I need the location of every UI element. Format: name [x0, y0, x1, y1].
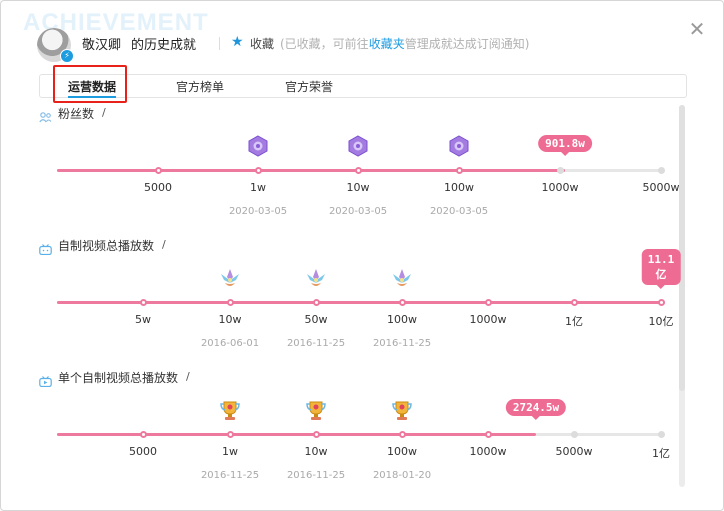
achievement-date: 2016-11-25: [200, 470, 260, 481]
milestone-node: [571, 431, 578, 438]
milestone-label: 5000: [129, 445, 157, 458]
milestone-node: [557, 167, 564, 174]
milestone-label: 1亿: [652, 447, 670, 460]
milestone-node: [155, 167, 162, 174]
section-title: 单个自制视频总播放数: [58, 371, 179, 385]
achievement-date: 2016-11-25: [286, 470, 346, 481]
purple-gem-badge-icon[interactable]: [347, 135, 369, 157]
scrollbar-thumb[interactable]: [679, 105, 685, 391]
milestone-node: [485, 431, 492, 438]
milestone-label: 1亿: [565, 315, 583, 328]
progress-fill: [57, 169, 565, 172]
milestone-node: [485, 299, 492, 306]
tab-official-honors[interactable]: 官方荣誉: [285, 78, 333, 95]
milestone-label: 1000w: [469, 445, 507, 458]
milestone-label: 100w: [444, 181, 474, 194]
favorites-folder-link[interactable]: 收藏夹: [369, 37, 405, 51]
header-divider: [219, 37, 220, 50]
achievement-date: 2016-06-01: [200, 338, 260, 349]
username[interactable]: 敬汉卿: [82, 34, 121, 53]
achievement-date: 2020-03-05: [328, 206, 388, 217]
tab-bar: 运营数据 官方榜单 官方荣誉: [39, 74, 687, 98]
tv-play-icon: [39, 372, 52, 388]
milestone-label: 1000w: [469, 313, 507, 326]
milestone-label: 5000: [144, 181, 172, 194]
milestone-label: 1w: [222, 445, 238, 458]
milestone-label: 50w: [304, 313, 328, 326]
current-value-bubble: 11.1 亿: [641, 249, 681, 289]
achievement-date: 2016-11-25: [372, 338, 432, 349]
purple-gem-badge-icon[interactable]: [448, 135, 470, 157]
tab-highlight-box: [53, 65, 127, 103]
lotus-badge-icon[interactable]: [305, 267, 327, 289]
purple-gem-badge-icon[interactable]: [247, 135, 269, 157]
milestone-label: 10w: [346, 181, 370, 194]
milestone-node: [658, 431, 665, 438]
trophy-badge-icon[interactable]: [219, 399, 241, 421]
milestone-node: [658, 167, 665, 174]
milestone-node: [140, 431, 147, 438]
milestone-label: 1000w: [541, 181, 579, 194]
milestone-node: [399, 299, 406, 306]
milestone-node: [313, 299, 320, 306]
tab-official-rankings[interactable]: 官方榜单: [176, 78, 224, 95]
verified-icon: ⚡: [60, 49, 74, 63]
star-icon[interactable]: ★: [231, 34, 244, 50]
page-title: 的历史成就: [131, 38, 197, 53]
progress-fill: [57, 433, 536, 436]
trophy-badge-icon[interactable]: [305, 399, 327, 421]
milestone-label: 5000w: [555, 445, 593, 458]
current-value-bubble: 901.8w: [538, 135, 592, 156]
milestone-node: [227, 299, 234, 306]
close-icon[interactable]: ✕: [687, 19, 707, 39]
tv-icon: [39, 240, 52, 256]
milestone-node: [255, 167, 262, 174]
milestone-label: 5w: [135, 313, 151, 326]
milestone-label: 100w: [387, 313, 417, 326]
milestone-node: [313, 431, 320, 438]
trophy-badge-icon[interactable]: [391, 399, 413, 421]
achievement-date: 2016-11-25: [286, 338, 346, 349]
milestone-node: [456, 167, 463, 174]
milestone-label: 100w: [387, 445, 417, 458]
lotus-badge-icon[interactable]: [391, 267, 413, 289]
milestone-label: 10w: [218, 313, 242, 326]
section-slash: /: [102, 106, 106, 119]
milestone-label: 10w: [304, 445, 328, 458]
milestone-node: [227, 431, 234, 438]
section-title: 粉丝数: [58, 107, 95, 121]
milestone-node: [355, 167, 362, 174]
section-slash: /: [162, 238, 166, 251]
milestone-label: 1w: [250, 181, 266, 194]
achievement-date: 2018-01-20: [372, 470, 432, 481]
lotus-badge-icon[interactable]: [219, 267, 241, 289]
milestone-node: [140, 299, 147, 306]
achievement-date: 2020-03-05: [228, 206, 288, 217]
milestone-node: [571, 299, 578, 306]
favorite-button[interactable]: 收藏: [250, 35, 274, 52]
achievement-date: 2020-03-05: [429, 206, 489, 217]
achievement-modal: ACHIEVEMENT ✕ ⚡ 敬汉卿 的历史成就 ★ 收藏 (已收藏，可前往收…: [0, 0, 724, 511]
section-slash: /: [186, 370, 190, 383]
favorite-note: (已收藏，可前往收藏夹管理成就达成订阅通知): [280, 37, 530, 51]
milestone-node: [399, 431, 406, 438]
milestone-label: 10亿: [648, 315, 674, 328]
current-value-bubble: 2724.5w: [505, 399, 567, 420]
section-title: 自制视频总播放数: [58, 239, 155, 253]
fans-icon: [39, 108, 52, 123]
milestone-node: [658, 299, 665, 306]
milestone-label: 5000w: [642, 181, 680, 194]
